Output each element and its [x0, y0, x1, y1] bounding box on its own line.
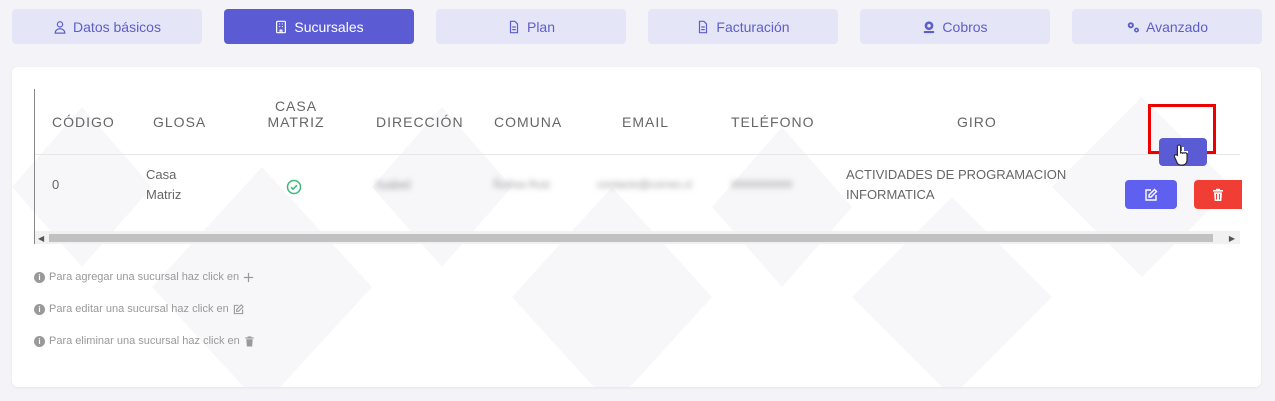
tab-plan[interactable]: Plan [436, 9, 626, 44]
branches-table: CÓDIGO GLOSA CASA MATRIZ DIRECCIÓN COMUN… [34, 89, 1242, 244]
header-comuna: COMUNA [494, 114, 563, 130]
help-edit: i Para editar una sucursal haz click en [34, 303, 244, 315]
cell-telefono: 9999999999 [731, 179, 793, 191]
cell-direccion: Isabel [376, 177, 411, 192]
header-email: EMAIL [622, 114, 670, 130]
cell-comuna: Ñuñoa Ruiz [493, 179, 551, 191]
cell-codigo: 0 [52, 177, 60, 192]
trash-icon [1213, 188, 1223, 201]
info-icon: i [34, 335, 45, 347]
header-glosa: GLOSA [153, 114, 207, 130]
scrollbar-thumb[interactable] [49, 234, 1213, 242]
tab-sucursales[interactable]: Sucursales [224, 9, 414, 44]
tab-label: Facturación [716, 18, 790, 35]
header-giro: GIRO [957, 114, 997, 130]
trash-icon [245, 335, 254, 347]
building-icon [276, 20, 287, 33]
tab-cobros[interactable]: Cobros [860, 9, 1050, 44]
edit-icon [1145, 188, 1158, 201]
gears-icon [1127, 21, 1139, 33]
table-header: CÓDIGO GLOSA CASA MATRIZ DIRECCIÓN COMUN… [35, 89, 1240, 155]
cell-email: contacto@correo.cl [597, 179, 692, 191]
scroll-right-icon[interactable]: ▶ [1229, 234, 1235, 243]
table-row: 0 Casa Matriz Isabel Ñuñoa Ruiz contacto… [35, 155, 1240, 229]
header-casa-matriz: CASA MATRIZ [267, 98, 325, 130]
info-icon: i [34, 303, 45, 315]
tab-label: Plan [526, 18, 556, 35]
tab-bar: Datos básicos Sucursales Plan Facturació… [12, 9, 1262, 44]
info-icon: i [34, 271, 45, 283]
edit-branch-button[interactable] [1125, 180, 1177, 209]
tab-label: Datos básicos [73, 18, 161, 35]
help-delete: i Para eliminar una sucursal haz click e… [34, 335, 255, 347]
coins-icon [924, 20, 935, 33]
horizontal-scrollbar[interactable]: ◀ ▶ [35, 231, 1240, 244]
user-icon [54, 20, 66, 34]
tab-datos-basicos[interactable]: Datos básicos [12, 9, 202, 44]
document-icon [509, 20, 519, 33]
delete-branch-button[interactable] [1194, 180, 1242, 209]
cell-glosa: Casa Matriz [146, 167, 182, 202]
branches-card: CÓDIGO GLOSA CASA MATRIZ DIRECCIÓN COMUN… [12, 67, 1261, 387]
tab-avanzado[interactable]: Avanzado [1072, 9, 1262, 44]
tab-label: Avanzado [1145, 18, 1208, 35]
tab-label: Cobros [942, 18, 988, 35]
help-add: i Para agregar una sucursal haz click en [34, 271, 254, 283]
tab-facturacion[interactable]: Facturación [648, 9, 838, 44]
plus-icon [244, 272, 254, 282]
header-codigo: CÓDIGO [52, 114, 115, 130]
header-telefono: TELÉFONO [731, 114, 815, 130]
cell-giro: ACTIVIDADES DE PROGRAMACION INFORMATICA [846, 167, 1067, 202]
document-icon [699, 20, 708, 33]
tab-label: Sucursales [294, 18, 364, 35]
header-direccion: DIRECCIÓN [376, 114, 464, 130]
edit-icon [233, 303, 244, 314]
scroll-left-icon[interactable]: ◀ [38, 234, 44, 243]
casa-matriz-check-icon [286, 179, 302, 201]
